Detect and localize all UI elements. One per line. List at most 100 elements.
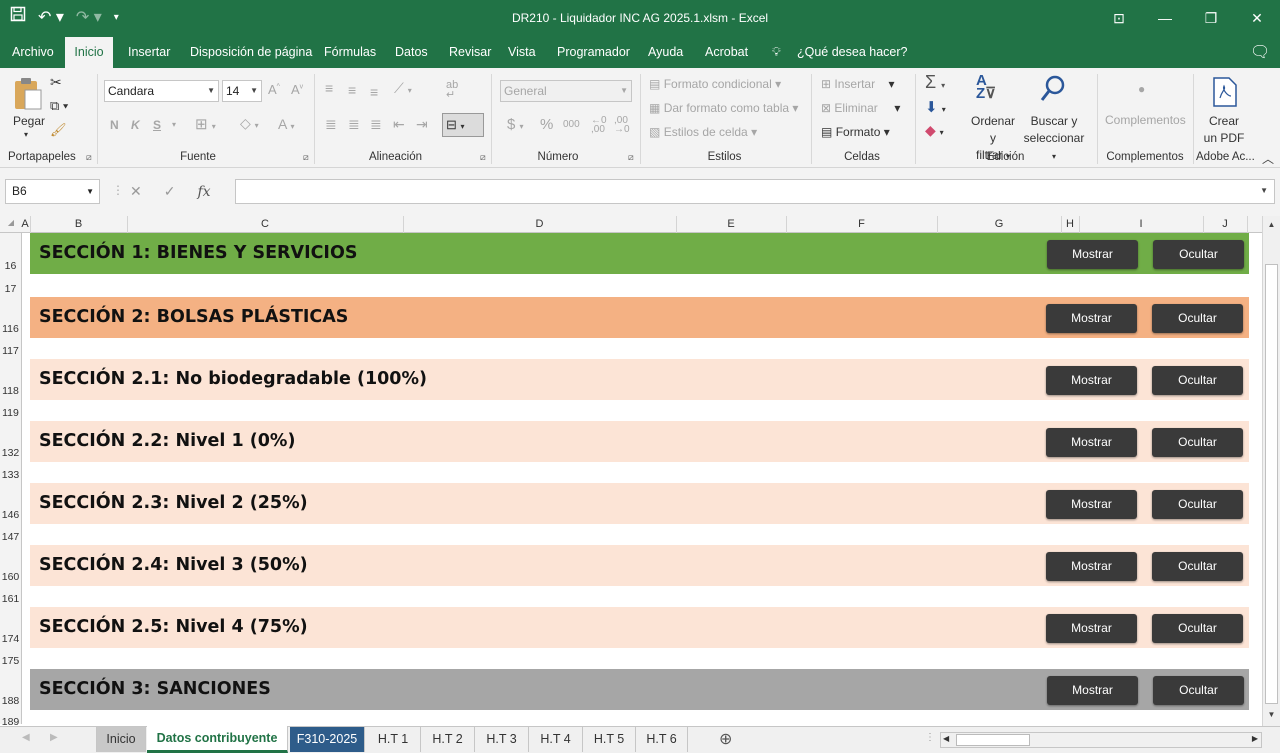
clear-icon[interactable]: ◆ ▾ <box>925 122 944 139</box>
format-as-table-button[interactable]: ▦ Dar formato como tabla ▾ <box>649 101 798 115</box>
show-button[interactable]: Mostrar <box>1046 490 1137 519</box>
underline-dropdown-icon[interactable]: ▾ <box>172 120 176 129</box>
increase-indent-icon[interactable]: ⇥ <box>416 116 428 133</box>
scroll-down-icon[interactable]: ▼ <box>1263 710 1280 719</box>
row-header[interactable]: 133 <box>0 469 21 481</box>
show-button[interactable]: Mostrar <box>1046 304 1137 333</box>
sheet-tab-ht6[interactable]: H.T 6 <box>636 727 688 752</box>
align-bottom-icon[interactable]: ≡ <box>370 84 378 100</box>
row-header[interactable]: 116 <box>0 323 21 335</box>
tab-formulas[interactable]: Fórmulas <box>324 37 376 68</box>
row-header[interactable]: 146 <box>0 509 21 521</box>
merge-center-icon[interactable]: ⊟ ▾ <box>442 113 484 137</box>
pdf-icon[interactable] <box>1212 76 1238 111</box>
hide-button[interactable]: Ocultar <box>1152 552 1243 581</box>
copy-icon[interactable]: ⧉ ▾ <box>50 98 68 114</box>
show-button[interactable]: Mostrar <box>1046 366 1137 395</box>
scroll-right-icon[interactable]: ▶ <box>1252 734 1258 743</box>
paste-button[interactable]: Pegar <box>13 114 45 128</box>
hide-button[interactable]: Ocultar <box>1152 304 1243 333</box>
row-header[interactable]: 147 <box>0 531 21 543</box>
insert-cells-button[interactable]: ⊞ Insertar ▾ <box>821 77 894 91</box>
align-left-icon[interactable]: ≣ <box>325 116 337 133</box>
cancel-icon[interactable]: ✕ <box>130 183 142 200</box>
number-format-combo[interactable]: General ▼ <box>500 80 632 102</box>
font-name-combo[interactable]: Candara ▼ <box>104 80 219 102</box>
tab-insertar[interactable]: Insertar <box>128 37 170 68</box>
hide-button[interactable]: Ocultar <box>1152 614 1243 643</box>
show-button[interactable]: Mostrar <box>1046 614 1137 643</box>
column-header-d[interactable]: D <box>403 218 676 230</box>
font-color-icon[interactable]: A ▾ <box>278 116 294 132</box>
sheet-tab-f310[interactable]: F310-2025 <box>290 727 365 752</box>
align-middle-icon[interactable]: ≡ <box>348 82 356 98</box>
dialog-launcher-icon[interactable]: ⧄ <box>303 152 309 163</box>
scroll-tabs-right-icon[interactable]: ▶ <box>50 732 58 743</box>
dialog-launcher-icon[interactable]: ⧄ <box>628 152 634 163</box>
row-header[interactable]: 16 <box>0 260 21 272</box>
paste-icon[interactable] <box>12 76 44 112</box>
tab-archivo[interactable]: Archivo <box>12 37 54 68</box>
percent-button[interactable]: % <box>540 116 553 133</box>
align-center-icon[interactable]: ≣ <box>348 116 360 133</box>
fill-icon[interactable]: ⬇ ▾ <box>925 98 946 116</box>
row-header[interactable]: 17 <box>0 283 21 295</box>
increase-decimal-icon[interactable]: ←0,00 <box>591 116 607 135</box>
borders-icon[interactable]: ⊞ ▾ <box>195 115 216 133</box>
row-header[interactable]: 161 <box>0 593 21 605</box>
sheet-tab-ht2[interactable]: H.T 2 <box>421 727 475 752</box>
row-header[interactable]: 174 <box>0 633 21 645</box>
format-painter-icon[interactable]: 🖌︎ <box>50 122 67 138</box>
paste-dropdown-icon[interactable]: ▾ <box>24 130 28 139</box>
collapse-ribbon-icon[interactable]: ︿ <box>1262 150 1274 167</box>
fill-color-icon[interactable]: ◇ ▾ <box>240 115 259 132</box>
show-button[interactable]: Mostrar <box>1046 552 1137 581</box>
hide-button[interactable]: Ocultar <box>1153 240 1244 269</box>
conditional-format-button[interactable]: ▤ Formato condicional ▾ <box>649 77 781 91</box>
align-top-icon[interactable]: ≡ <box>325 80 333 96</box>
column-header-a[interactable]: A <box>20 218 30 230</box>
column-header-f[interactable]: F <box>786 218 937 230</box>
grow-font-icon[interactable]: A^ <box>268 82 280 97</box>
scroll-up-icon[interactable]: ▲ <box>1263 220 1280 229</box>
currency-button[interactable]: $ ▾ <box>507 116 524 133</box>
minimize-icon[interactable]: — <box>1142 0 1188 37</box>
expand-formula-icon[interactable]: ▼ <box>1260 186 1268 195</box>
row-header[interactable]: 175 <box>0 655 21 667</box>
name-box[interactable]: B6 ▼ <box>5 179 100 204</box>
show-button[interactable]: Mostrar <box>1047 676 1138 705</box>
align-right-icon[interactable]: ≣ <box>370 116 382 133</box>
create-pdf-button[interactable]: Crear un PDF <box>1200 113 1248 147</box>
bold-button[interactable]: N <box>110 118 119 132</box>
column-header-c[interactable]: C <box>127 218 403 230</box>
row-header[interactable]: 188 <box>0 695 21 707</box>
scroll-tabs-left-icon[interactable]: ◀ <box>22 732 30 743</box>
tab-programador[interactable]: Programador <box>557 37 630 68</box>
scroll-thumb[interactable] <box>1265 264 1278 704</box>
italic-button[interactable]: K <box>131 118 140 132</box>
show-button[interactable]: Mostrar <box>1047 240 1138 269</box>
sheet-tab-ht3[interactable]: H.T 3 <box>475 727 529 752</box>
format-cells-button[interactable]: ▤ Formato ▾ <box>821 125 890 139</box>
tell-me-search[interactable]: ¿Qué desea hacer? <box>797 37 908 68</box>
delete-cells-button[interactable]: ⊠ Eliminar ▾ <box>821 101 900 115</box>
font-size-combo[interactable]: 14 ▼ <box>222 80 262 102</box>
tab-revisar[interactable]: Revisar <box>449 37 491 68</box>
sheet-tab-ht5[interactable]: H.T 5 <box>583 727 636 752</box>
orientation-icon[interactable]: ⟋ ▾ <box>394 80 412 97</box>
hide-button[interactable]: Ocultar <box>1152 366 1243 395</box>
cut-icon[interactable]: ✂ <box>50 74 62 91</box>
dialog-launcher-icon[interactable]: ⧄ <box>480 152 486 163</box>
tab-ayuda[interactable]: Ayuda <box>648 37 683 68</box>
row-header[interactable]: 132 <box>0 447 21 459</box>
add-ins-button[interactable]: Complementos <box>1105 113 1186 127</box>
row-header[interactable]: 160 <box>0 571 21 583</box>
column-header-j[interactable]: J <box>1203 218 1247 230</box>
tab-datos[interactable]: Datos <box>395 37 428 68</box>
tab-disposicion[interactable]: Disposición de página <box>190 37 312 68</box>
autosum-icon[interactable]: Σ ▾ <box>925 72 945 93</box>
tab-vista[interactable]: Vista <box>508 37 536 68</box>
shrink-font-icon[interactable]: Av <box>291 82 303 97</box>
restore-icon[interactable]: ❐ <box>1188 0 1234 37</box>
decrease-decimal-icon[interactable]: ,00 →0 <box>614 116 630 135</box>
